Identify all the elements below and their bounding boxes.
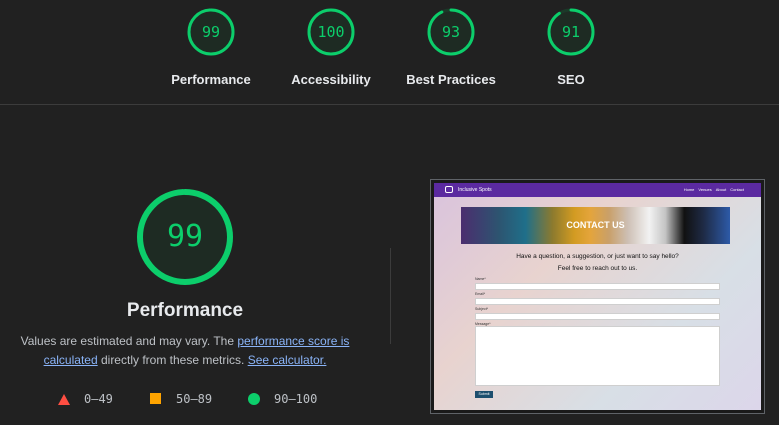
gauge-label: Performance xyxy=(171,72,251,87)
gauge-label: Best Practices xyxy=(406,72,496,87)
desc-text: Values are estimated and may vary. The xyxy=(20,334,238,348)
site-submit-button: Submit xyxy=(475,391,493,398)
desc-text: directly from these metrics. xyxy=(97,353,248,367)
site-nav-contact: Contact xyxy=(730,187,744,192)
gauge-best-practices[interactable]: 93 Best Practices xyxy=(391,7,511,87)
gauge-score: 93 xyxy=(441,23,461,41)
performance-score: 99 xyxy=(166,219,204,254)
site-logo-icon xyxy=(445,186,453,193)
gauge-score: 91 xyxy=(561,23,581,41)
site-name-field xyxy=(475,283,720,290)
performance-title: Performance xyxy=(126,300,244,321)
screenshot-page: Inclusive Spots Home Venues About Contact C… xyxy=(434,183,761,410)
calculator-link[interactable]: See calculator. xyxy=(248,353,327,367)
divider xyxy=(390,248,391,344)
gauge-score: 99 xyxy=(201,23,221,41)
site-nav-venues: Venues xyxy=(698,187,712,192)
site-navbar: Inclusive Spots Home Venues About Contact xyxy=(434,183,761,197)
site-nav-about: About xyxy=(715,187,727,192)
gauge-ring: 100 xyxy=(306,7,356,57)
site-hero-banner: CONTACT US xyxy=(461,207,730,244)
final-screenshot[interactable]: Inclusive Spots Home Venues About Contact C… xyxy=(430,179,765,414)
gauge-accessibility[interactable]: 100 Accessibility xyxy=(271,7,391,87)
site-intro-line2: Feel free to reach out to us. xyxy=(557,265,638,272)
gauge-label: Accessibility xyxy=(291,72,371,87)
gauge-ring: 91 xyxy=(546,7,596,57)
site-email-field xyxy=(475,298,720,305)
gauge-ring: 93 xyxy=(426,7,476,57)
gauge-seo[interactable]: 91 SEO xyxy=(511,7,631,87)
gauge-performance[interactable]: 99 Performance xyxy=(151,7,271,87)
square-icon xyxy=(150,393,161,404)
legend-fail-label: 0–49 xyxy=(84,392,113,406)
site-brand: Inclusive Spots xyxy=(458,187,492,193)
site-field-label: Name* xyxy=(475,277,486,281)
performance-description: Values are estimated and may vary. The p… xyxy=(10,332,360,370)
legend-pass-label: 90–100 xyxy=(274,392,318,406)
site-message-field xyxy=(475,326,720,386)
site-nav-links: Home Venues About Contact xyxy=(680,185,744,195)
legend-average-label: 50–89 xyxy=(176,392,213,406)
site-nav-home: Home xyxy=(683,187,695,192)
gauge-ring: 99 xyxy=(186,7,236,57)
site-intro-line1: Have a question, a suggestion, or just w… xyxy=(516,253,679,260)
triangle-icon xyxy=(58,394,70,405)
gauge-score: 100 xyxy=(317,23,345,41)
circle-icon xyxy=(248,393,260,405)
category-gauges: 99 Performance 100 Accessibility 93 Best… xyxy=(0,0,779,105)
gauge-label: SEO xyxy=(557,72,585,87)
site-field-label: Email* xyxy=(475,292,486,296)
site-hero-title: CONTACT US xyxy=(566,220,625,230)
performance-gauge: 99 xyxy=(135,187,235,287)
site-field-label: Subject* xyxy=(475,307,489,311)
site-subject-field xyxy=(475,313,720,320)
